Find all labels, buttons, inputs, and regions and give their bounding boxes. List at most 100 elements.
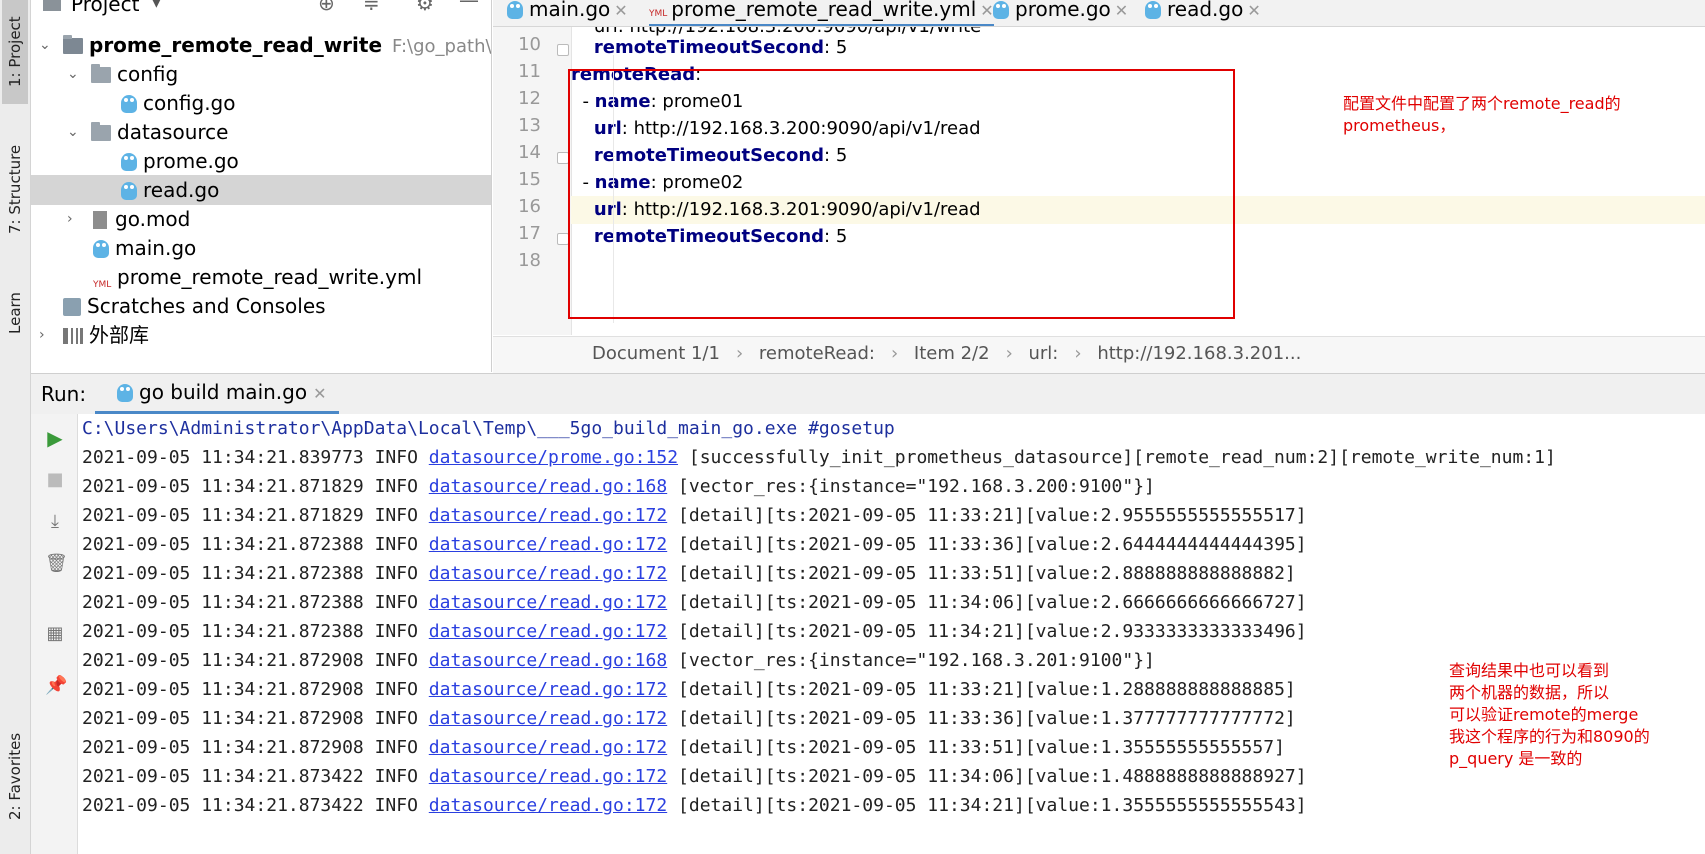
breadcrumb-item[interactable]: remoteRead: — [759, 343, 875, 364]
folder-icon — [91, 64, 111, 83]
learn-tool-tab-label: Learn — [6, 292, 24, 334]
log-message: [detail][ts:2021-09-05 11:34:06][value:1… — [667, 766, 1307, 787]
go-file-icon — [121, 95, 137, 113]
tree-item-yml[interactable]: YML prome_remote_read_write.yml — [31, 262, 491, 292]
learn-tool-tab[interactable]: Learn — [2, 276, 28, 350]
source-link[interactable]: datasource/read.go:172 — [429, 737, 667, 758]
play-icon[interactable]: ▶ — [45, 428, 65, 448]
fold-marker-icon[interactable] — [557, 44, 569, 56]
log-timestamp: 2021-09-05 11:34:21.873422 INFO — [82, 766, 429, 787]
editor-tab-bar: main.go ✕ YML prome_remote_read_write.yml ✕… — [493, 0, 1705, 27]
close-icon[interactable]: ✕ — [313, 384, 326, 403]
source-link[interactable]: datasource/read.go:172 — [429, 563, 667, 584]
folder-icon — [91, 122, 111, 141]
chevron-right-icon: › — [890, 343, 899, 364]
yaml-key: remoteTimeoutSecond — [593, 37, 825, 58]
tree-item-main-go[interactable]: main.go — [31, 233, 491, 263]
chevron-right-icon: › — [735, 343, 744, 364]
line-number: 10 — [518, 34, 541, 55]
log-message: [detail][ts:2021-09-05 11:34:21][value:1… — [667, 795, 1307, 816]
console-log-line: 2021-09-05 11:34:21.871829 INFO datasour… — [82, 501, 1307, 530]
tab-label: read.go — [1167, 0, 1244, 21]
tab-prome-go[interactable]: prome.go ✕ — [993, 0, 1128, 24]
console-log-line: 2021-09-05 11:34:21.871829 INFO datasour… — [82, 472, 1155, 501]
gear-icon[interactable]: ⚙ — [416, 0, 434, 15]
tree-item-read-go[interactable]: read.go — [31, 175, 491, 205]
chevron-down-icon[interactable]: ⌄ — [67, 117, 79, 147]
project-pane-header: Project ▼ ⊕ ≑ ⚙ — — [31, 0, 491, 18]
breadcrumb-item[interactable]: Item 2/2 — [914, 343, 990, 364]
annotation-line: 查询结果中也可以看到 — [1449, 661, 1610, 680]
breadcrumb-item[interactable]: http://192.168.3.201... — [1097, 343, 1301, 364]
log-timestamp: 2021-09-05 11:34:21.839773 INFO — [82, 447, 429, 468]
source-link[interactable]: datasource/read.go:172 — [429, 534, 667, 555]
pin-icon[interactable]: 📌 — [45, 676, 67, 696]
run-label: Run: — [41, 382, 87, 406]
source-link[interactable]: datasource/read.go:172 — [429, 621, 667, 642]
run-config-tab[interactable]: go build main.go ✕ — [95, 374, 339, 414]
source-link[interactable]: datasource/read.go:168 — [429, 650, 667, 671]
hide-icon[interactable]: — — [459, 0, 479, 12]
console-output[interactable]: C:\Users\Administrator\AppData\Local\Tem… — [78, 414, 1705, 854]
tree-item-label: prome.go — [143, 149, 239, 173]
tree-item-external-libs[interactable]: › 外部库 — [31, 320, 491, 350]
source-link[interactable]: datasource/read.go:172 — [429, 592, 667, 613]
source-link[interactable]: datasource/read.go:172 — [429, 679, 667, 700]
target-icon[interactable]: ⊕ — [318, 0, 335, 15]
close-icon[interactable]: ✕ — [614, 1, 627, 20]
tree-item-label: config.go — [143, 91, 236, 115]
go-file-icon — [117, 384, 133, 402]
scroll-to-end-icon[interactable]: ⤓ — [45, 512, 65, 532]
tab-yml[interactable]: YML prome_remote_read_write.yml ✕ — [649, 0, 994, 26]
tree-item-root[interactable]: ⌄ prome_remote_read_write F:\go_path\sr — [31, 30, 491, 60]
breadcrumb-item[interactable]: Document 1/1 — [592, 343, 720, 364]
source-link[interactable]: datasource/prome.go:152 — [429, 447, 678, 468]
folder-icon — [63, 35, 83, 54]
close-icon[interactable]: ✕ — [980, 1, 993, 20]
tree-item-prome-go[interactable]: prome.go — [31, 146, 491, 176]
log-message: [detail][ts:2021-09-05 11:34:21][value:2… — [667, 621, 1307, 642]
close-icon[interactable]: ✕ — [1115, 1, 1128, 20]
tree-item-config-go[interactable]: config.go — [31, 88, 491, 118]
chevron-down-icon[interactable]: ▼ — [151, 0, 162, 10]
tree-item-datasource[interactable]: ⌄ datasource — [31, 117, 491, 147]
structure-tool-tab[interactable]: 7: Structure — [2, 128, 28, 250]
line-number: 16 — [518, 196, 541, 217]
chevron-down-icon[interactable]: ⌄ — [67, 59, 79, 89]
source-link[interactable]: datasource/read.go:172 — [429, 708, 667, 729]
stop-icon[interactable]: ■ — [45, 470, 65, 490]
left-tool-strip: 1: Project 7: Structure Learn 2: Favorit… — [0, 0, 31, 854]
tree-item-label: read.go — [143, 178, 220, 202]
line-number: 12 — [518, 88, 541, 109]
console-log-line: 2021-09-05 11:34:21.872908 INFO datasour… — [82, 704, 1296, 733]
chevron-right-icon[interactable]: › — [39, 320, 45, 350]
source-link[interactable]: datasource/read.go:172 — [429, 795, 667, 816]
annotation-line: p_query 是一致的 — [1449, 749, 1583, 768]
chevron-down-icon[interactable]: ⌄ — [39, 30, 51, 60]
log-message: [detail][ts:2021-09-05 11:34:06][value:2… — [667, 592, 1307, 613]
tree-item-scratches[interactable]: Scratches and Consoles — [31, 291, 491, 321]
chevron-right-icon[interactable]: › — [67, 204, 73, 234]
source-link[interactable]: datasource/read.go:172 — [429, 505, 667, 526]
mod-file-icon — [93, 211, 107, 229]
source-link[interactable]: datasource/read.go:172 — [429, 766, 667, 787]
tab-label: prome_remote_read_write.yml — [671, 0, 977, 21]
favorites-tool-tab[interactable]: 2: Favorites — [2, 716, 28, 836]
tab-read-go[interactable]: read.go ✕ — [1145, 0, 1261, 24]
line-gutter: 10 11 12 13 14 15 16 17 18 — [493, 27, 572, 335]
breadcrumb-item[interactable]: url: — [1029, 343, 1059, 364]
collapse-icon[interactable]: ≑ — [363, 0, 380, 15]
favorites-tool-tab-label: 2: Favorites — [6, 732, 24, 820]
close-icon[interactable]: ✕ — [1247, 1, 1260, 20]
tree-item-config[interactable]: ⌄ config — [31, 59, 491, 89]
source-link[interactable]: datasource/read.go:168 — [429, 476, 667, 497]
tree-item-label: prome_remote_read_write.yml — [117, 265, 423, 289]
project-tool-tab[interactable]: 1: Project — [2, 0, 28, 104]
trash-icon[interactable]: 🗑 — [45, 554, 68, 574]
tab-main-go[interactable]: main.go ✕ — [507, 0, 628, 24]
tree-item-go-mod[interactable]: › go.mod — [31, 204, 491, 234]
project-pane-title[interactable]: Project — [71, 0, 139, 16]
go-file-icon — [93, 240, 109, 258]
chevron-right-icon: › — [1005, 343, 1013, 364]
layout-icon[interactable]: ▦ — [45, 624, 65, 644]
